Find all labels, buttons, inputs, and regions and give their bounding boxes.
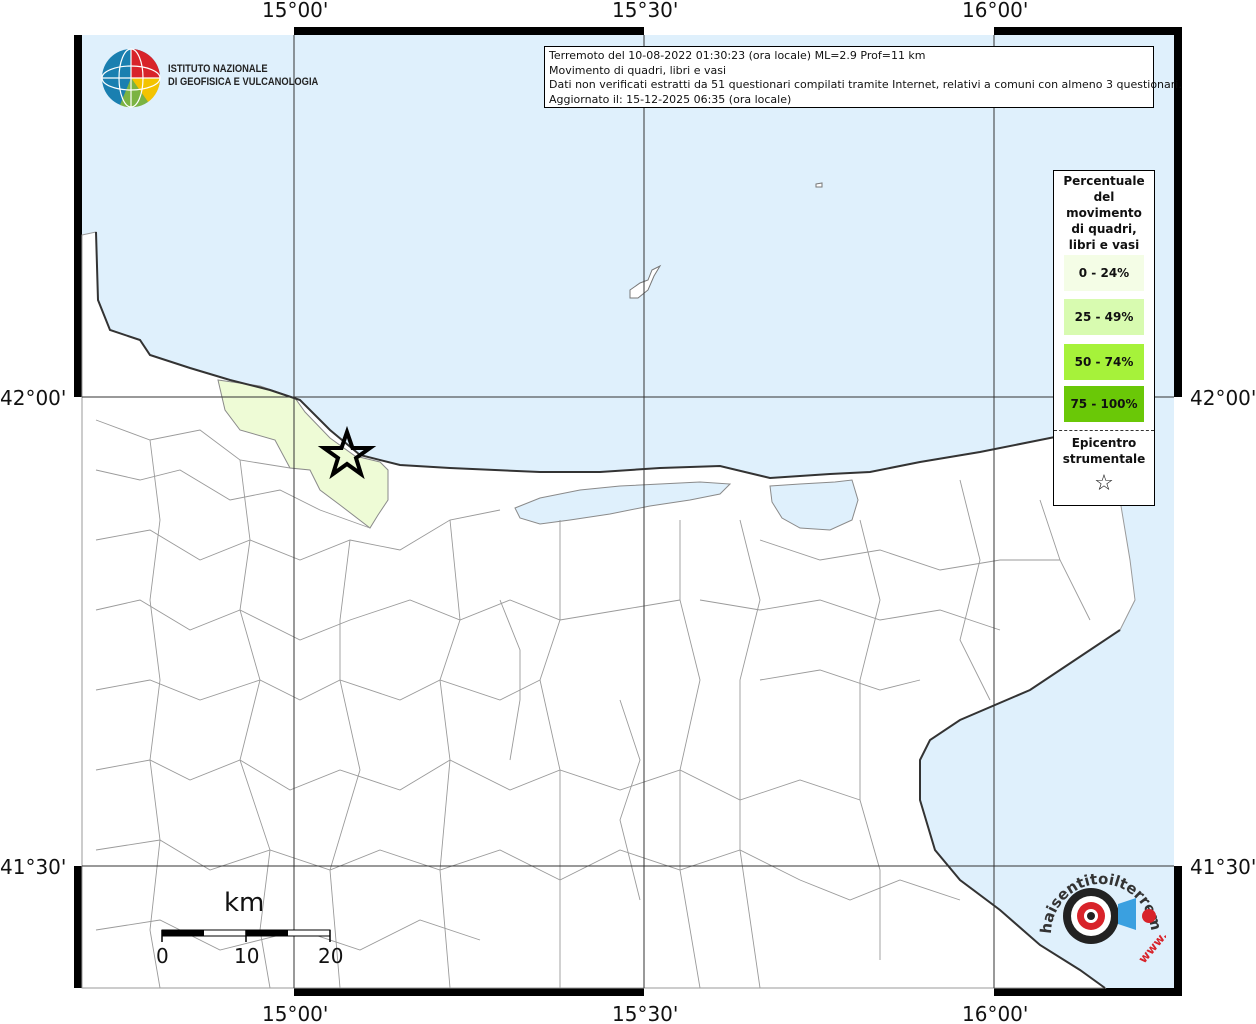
axis-label-left-1: 42°00' — [0, 386, 66, 410]
axis-label-right-1: 42°00' — [1190, 386, 1256, 410]
axis-label-top-1: 15°00' — [262, 0, 328, 22]
legend-class-0-24: 0 - 24% — [1064, 255, 1144, 291]
frame-segment — [74, 988, 294, 996]
globe-icon — [101, 48, 161, 108]
hsi-url: www. — [1136, 929, 1166, 966]
legend-separator — [1054, 430, 1154, 431]
scale-tick-10: 10 — [234, 944, 260, 968]
info-line-2: Movimento di quadri, libri e vasi — [549, 63, 727, 77]
legend-epicenter-label: Epicentro strumentale — [1062, 436, 1146, 466]
scale-tick-0: 0 — [156, 944, 169, 968]
earthquake-info-box: Terremoto del 10-08-2022 01:30:23 (ora l… — [544, 46, 1182, 108]
info-line-4: Aggiornato il: 15-12-2025 06:35 (ora loc… — [549, 92, 792, 106]
hsi-logo-graphic: haisentitoilterremoto.it www. — [1031, 850, 1170, 966]
legend-class-50-74: 50 - 74% — [1064, 344, 1144, 380]
scale-unit: km — [224, 888, 265, 918]
frame-segment — [1174, 397, 1182, 866]
ingv-name-line1: ISTITUTO NAZIONALE — [168, 63, 268, 75]
ingv-name-line2: DI GEOFISICA E VULCANOLOGIA — [168, 76, 319, 88]
pianosa-island — [815, 182, 823, 188]
frame-segment — [644, 27, 994, 35]
axis-label-bottom-2: 15°30' — [612, 1002, 678, 1024]
hai-sentito-logo: haisentitoilterremoto.it www. — [1031, 850, 1170, 984]
frame-segment — [74, 27, 294, 35]
axis-label-left-2: 41°30' — [0, 855, 66, 879]
legend: Percentuale del movimento di quadri, lib… — [1053, 170, 1155, 506]
frame-segment — [74, 397, 82, 866]
ingv-logo: ISTITUTO NAZIONALE DI GEOFISICA E VULCAN… — [100, 47, 320, 111]
info-line-1: Terremoto del 10-08-2022 01:30:23 (ora l… — [549, 49, 926, 62]
axis-label-bottom-3: 16°00' — [962, 1002, 1028, 1024]
axis-label-top-3: 16°00' — [962, 0, 1028, 22]
info-line-3: Dati non verificati estratti da 51 quest… — [549, 78, 1182, 91]
axis-label-top-2: 15°30' — [612, 0, 678, 22]
frame-segment — [644, 988, 994, 996]
axis-label-bottom-1: 15°00' — [262, 1002, 328, 1024]
scale-tick-20: 20 — [318, 944, 344, 968]
legend-class-75-100: 75 - 100% — [1064, 386, 1144, 422]
axis-label-right-2: 41°30' — [1190, 855, 1256, 879]
legend-star-icon: ☆ — [1094, 471, 1114, 496]
legend-class-25-49: 25 - 49% — [1064, 299, 1144, 335]
legend-title: Percentuale del movimento di quadri, lib… — [1063, 174, 1145, 252]
